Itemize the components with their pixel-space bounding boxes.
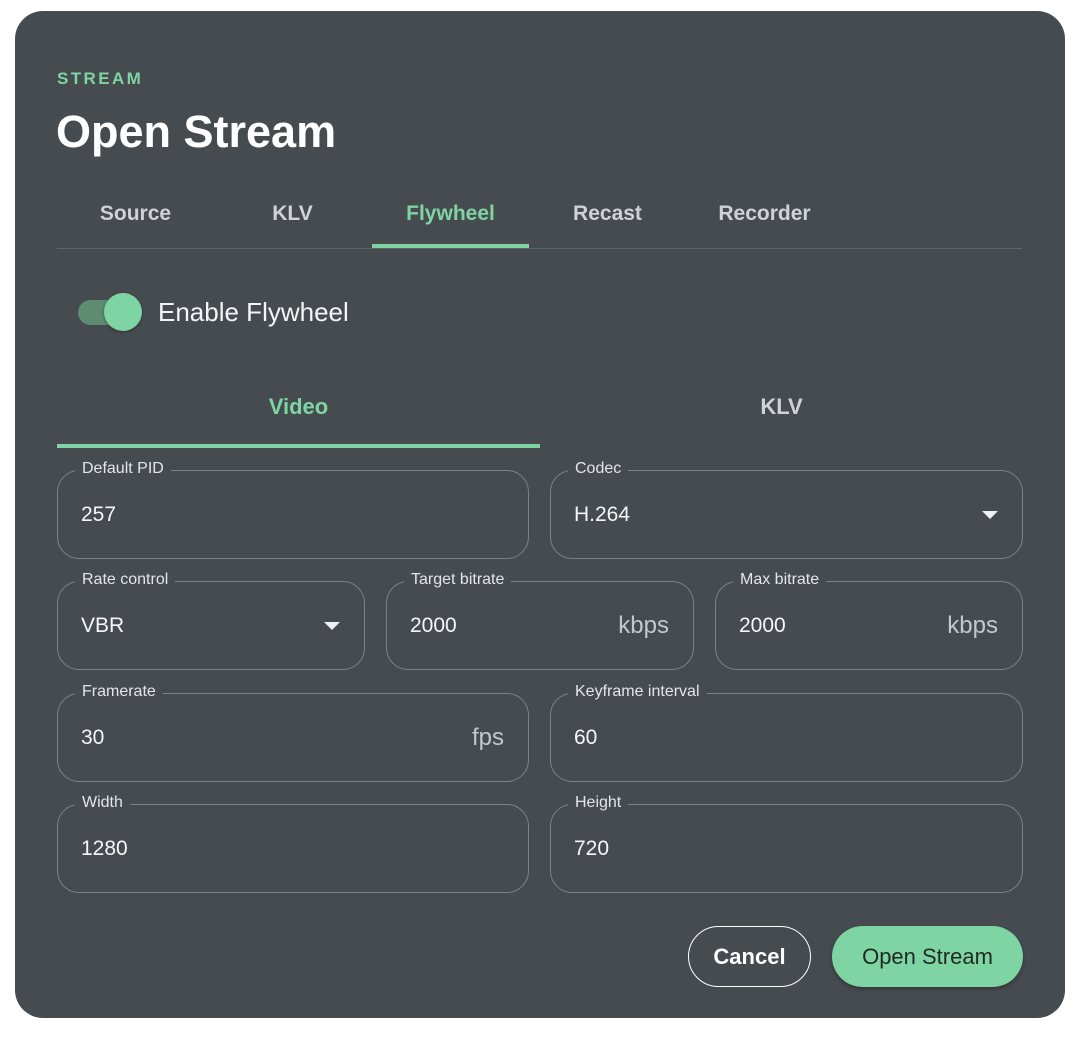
open-stream-button[interactable]: Open Stream <box>832 926 1023 987</box>
framerate-unit: fps <box>471 723 504 751</box>
width-value: 1280 <box>81 836 128 860</box>
tab-recorder[interactable]: Recorder <box>686 189 843 248</box>
rate-control-value: VBR <box>81 613 125 637</box>
height-value: 720 <box>574 836 610 860</box>
enable-flywheel-label: Enable Flywheel <box>158 296 349 327</box>
tab-flywheel[interactable]: Flywheel <box>372 189 529 248</box>
subtab-klv[interactable]: KLV <box>540 375 1023 448</box>
keyframe-interval-value: 60 <box>574 725 598 749</box>
enable-flywheel-switch[interactable] <box>78 293 143 331</box>
target-bitrate-value: 2000 <box>410 613 457 637</box>
enable-flywheel-row: Enable Flywheel <box>78 293 349 331</box>
dialog-title: Open Stream <box>56 106 337 157</box>
codec-value: H.264 <box>574 502 631 526</box>
tab-recast[interactable]: Recast <box>529 189 686 248</box>
cancel-button[interactable]: Cancel <box>688 926 811 987</box>
subtab-video[interactable]: Video <box>57 375 540 448</box>
max-bitrate-value: 2000 <box>739 613 786 637</box>
framerate-value: 30 <box>81 725 105 749</box>
default-pid-value: 257 <box>81 502 117 526</box>
framerate-field[interactable]: Framerate 30 fps <box>57 681 529 782</box>
tab-source[interactable]: Source <box>57 189 214 248</box>
keyframe-interval-field[interactable]: Keyframe interval 60 <box>550 681 1023 782</box>
height-field[interactable]: Height 720 <box>550 792 1023 893</box>
chevron-down-icon <box>982 511 998 519</box>
codec-select[interactable]: Codec H.264 <box>550 458 1023 559</box>
tab-klv[interactable]: KLV <box>214 189 371 248</box>
target-bitrate-unit: kbps <box>618 611 669 639</box>
switch-thumb <box>104 293 142 331</box>
rate-control-select[interactable]: Rate control VBR <box>57 569 365 670</box>
flywheel-subtabs: Video KLV <box>57 375 1022 448</box>
max-bitrate-unit: kbps <box>947 611 998 639</box>
chevron-down-icon <box>324 622 340 630</box>
default-pid-field[interactable]: Default PID 257 <box>57 458 529 559</box>
open-stream-dialog: STREAM Open Stream Source KLV Flywheel R… <box>15 11 1065 1018</box>
max-bitrate-field[interactable]: Max bitrate 2000 kbps <box>715 569 1023 670</box>
dialog-overline: STREAM <box>57 69 144 88</box>
main-tabs: Source KLV Flywheel Recast Recorder <box>57 189 1022 249</box>
width-field[interactable]: Width 1280 <box>57 792 529 893</box>
target-bitrate-field[interactable]: Target bitrate 2000 kbps <box>386 569 694 670</box>
